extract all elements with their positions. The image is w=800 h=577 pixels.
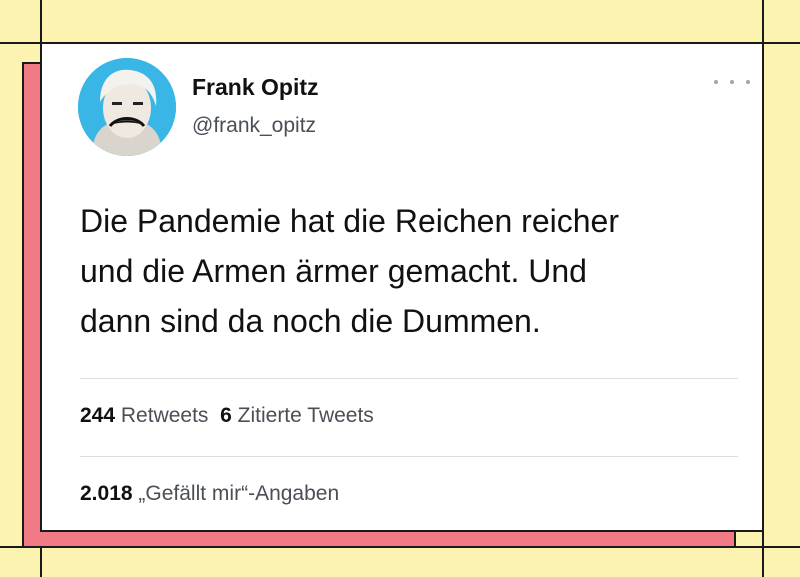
retweets-label: Retweets [120, 404, 209, 427]
likes-count: 2.018 [80, 482, 133, 505]
tweet-card[interactable]: Frank Opitz @frank_opitz Die Pandemie ha… [40, 42, 764, 532]
avatar[interactable] [78, 58, 176, 156]
ellipsis-dot [746, 80, 750, 84]
quote-tweets-label: Zitierte Tweets [237, 404, 374, 427]
retweets-stat[interactable]: 244 Retweets [80, 404, 208, 427]
divider [80, 378, 738, 379]
divider [80, 456, 738, 457]
ellipsis-dot [714, 80, 718, 84]
likes-label: „Gefällt mir“-Angaben [138, 482, 340, 505]
tweet-line: Die Pandemie hat die Reichen reicher [80, 203, 619, 239]
ellipsis-dot [730, 80, 734, 84]
quote-tweets-count: 6 [220, 404, 232, 427]
avatar-photo [78, 58, 176, 156]
author-handle[interactable]: @frank_opitz [192, 114, 316, 138]
like-stats: 2.018 „Gefällt mir“-Angaben [80, 482, 339, 506]
tweet-text: Die Pandemie hat die Reichen reicher und… [80, 196, 750, 346]
retweet-stats: 244 Retweets 6 Zitierte Tweets [80, 404, 374, 428]
author-name[interactable]: Frank Opitz [192, 74, 319, 101]
tweet-line: und die Armen ärmer gemacht. Und [80, 253, 587, 289]
ellipsis-icon[interactable] [714, 74, 750, 90]
retweets-count: 244 [80, 404, 116, 427]
tweet-line: dann sind da noch die Dummen. [80, 303, 541, 339]
quote-tweets-stat[interactable]: 6 Zitierte Tweets [220, 404, 374, 427]
likes-stat[interactable]: 2.018 „Gefällt mir“-Angaben [80, 482, 339, 505]
